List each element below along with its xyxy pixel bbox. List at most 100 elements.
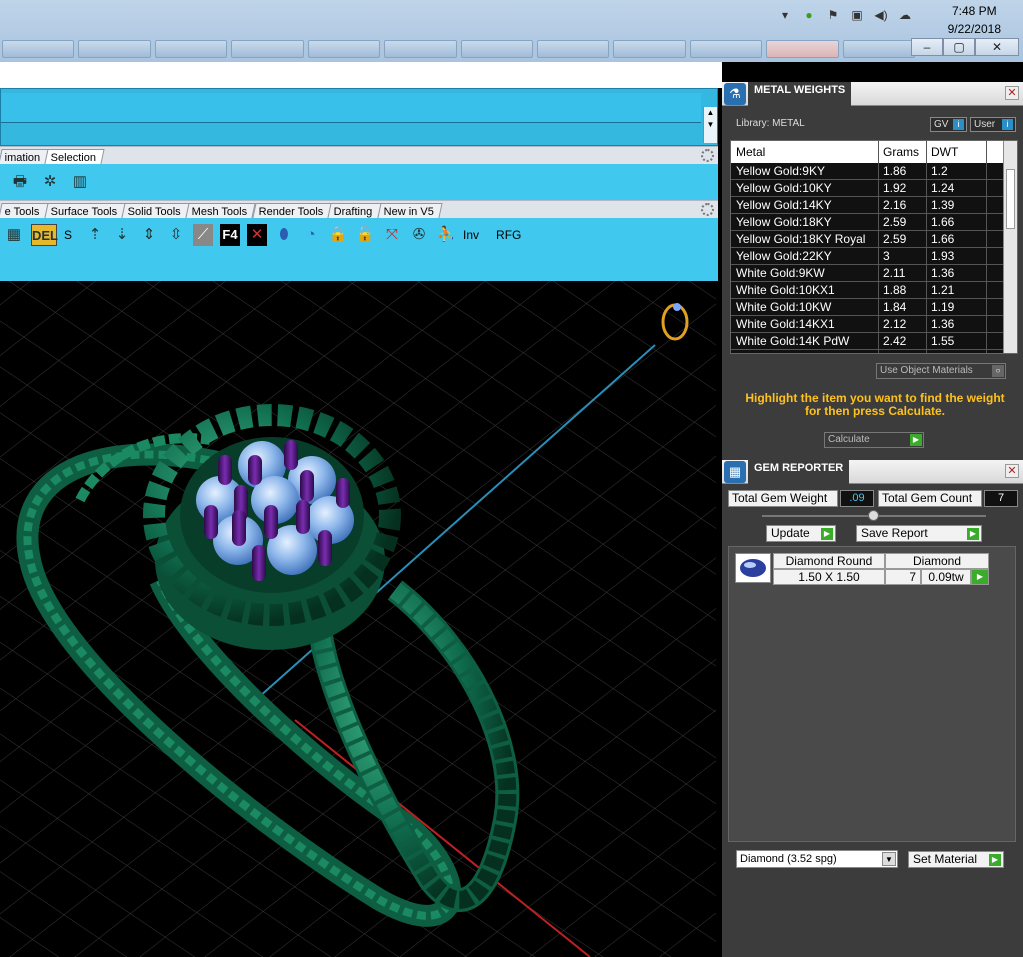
- command-scrollbar[interactable]: ▲ ▼: [703, 107, 717, 143]
- viewport-scene[interactable]: [0, 281, 716, 957]
- metal-row[interactable]: Yellow Gold:10KY 1.92 1.24: [731, 180, 1017, 197]
- delete-button[interactable]: DEL: [31, 224, 58, 246]
- arrow-split-icon[interactable]: ⇳: [166, 224, 186, 246]
- info-icon[interactable]: i: [1002, 119, 1013, 130]
- minimize-button[interactable]: –: [911, 38, 943, 56]
- chevron-up-icon[interactable]: ▾: [777, 8, 793, 22]
- save-report-button[interactable]: Save Report ▶: [856, 525, 982, 542]
- gem-size: 1.50 X 1.50: [773, 569, 885, 585]
- grid-icon[interactable]: ▦: [4, 224, 24, 246]
- col-grams[interactable]: Grams: [879, 141, 927, 163]
- metal-table[interactable]: Metal Grams DWT Yellow Gold:9KY 1.86 1.2 Ye…: [730, 140, 1018, 354]
- cylinder-icon[interactable]: ⬮: [274, 224, 294, 246]
- update-button[interactable]: Update ▶: [766, 525, 836, 542]
- info-icon[interactable]: i: [953, 119, 964, 130]
- upload-cloud-icon[interactable]: ☁: [897, 8, 913, 22]
- axis-icon[interactable]: ⤧: [382, 224, 402, 246]
- maximize-button[interactable]: ▢: [943, 38, 975, 56]
- tab-render-tools[interactable]: Render Tools: [251, 203, 332, 218]
- metal-row[interactable]: White Gold:14K PdW 2.42 1.55: [731, 333, 1017, 350]
- tab-surface-tools[interactable]: Surface Tools: [44, 203, 126, 218]
- gear-icon[interactable]: [701, 149, 714, 162]
- metal-table-header: Metal Grams DWT: [731, 141, 1017, 163]
- metal-row[interactable]: Yellow Gold:14KY 2.16 1.39: [731, 197, 1017, 214]
- taskbar-button[interactable]: [307, 40, 381, 58]
- render-icon[interactable]: ✲: [40, 171, 60, 193]
- close-icon[interactable]: ✕: [1005, 86, 1019, 100]
- metal-table-scrollbar[interactable]: [1003, 141, 1017, 353]
- material-select[interactable]: Diamond (3.52 spg) ▼: [736, 850, 898, 868]
- metal-row[interactable]: Yellow Gold:18KY Royal 2.59 1.66: [731, 231, 1017, 248]
- metal-grams: 3: [879, 248, 927, 264]
- tab-new-in-v5[interactable]: New in V5: [377, 203, 443, 218]
- diamond-round-icon[interactable]: [735, 553, 771, 583]
- taskbar-button[interactable]: [231, 40, 304, 58]
- metal-dwt: 1.36: [927, 316, 987, 332]
- metal-row[interactable]: Yellow Gold:18KY 2.59 1.66: [731, 214, 1017, 231]
- metal-row[interactable]: White Gold:9KW 2.11 1.36: [731, 265, 1017, 282]
- taskbar-button[interactable]: [460, 40, 533, 58]
- tab-animation[interactable]: imation: [0, 149, 50, 164]
- f4-icon[interactable]: F4: [220, 224, 241, 246]
- col-metal[interactable]: Metal: [731, 141, 879, 163]
- flag-icon[interactable]: ⚑: [825, 8, 841, 22]
- arrow-updown-icon[interactable]: ⇕: [139, 224, 159, 246]
- person-icon[interactable]: ⛹: [436, 224, 456, 246]
- scroll-thumb[interactable]: [1006, 169, 1015, 229]
- display-icon[interactable]: ▣: [849, 8, 865, 22]
- volume-icon[interactable]: ◀): [873, 8, 889, 22]
- gv-filter[interactable]: GV i: [930, 117, 967, 132]
- network-icon[interactable]: ●: [801, 8, 817, 22]
- play-icon[interactable]: ▶: [971, 569, 989, 585]
- metal-row[interactable]: Yellow Gold:22KY 3 1.93: [731, 248, 1017, 265]
- tab-mesh-tools[interactable]: Mesh Tools: [185, 203, 257, 218]
- taskbar-button[interactable]: [154, 40, 228, 58]
- user-filter[interactable]: User i: [970, 117, 1016, 132]
- taskbar-button[interactable]: [689, 40, 763, 58]
- tab-solid-tools[interactable]: Solid Tools: [121, 203, 190, 218]
- metal-name: White Gold:9KW: [731, 265, 879, 281]
- metal-row[interactable]: Yellow Gold:9KY 1.86 1.2: [731, 163, 1017, 180]
- torus-icon[interactable]: ◔: [301, 224, 321, 246]
- size-slider-thumb[interactable]: [868, 510, 879, 521]
- col-dwt[interactable]: DWT: [927, 141, 987, 163]
- use-object-materials-toggle[interactable]: Use Object Materials ○: [876, 363, 1006, 379]
- tab-drafting[interactable]: Drafting: [327, 203, 382, 218]
- print-icon[interactable]: 🖶: [10, 171, 30, 193]
- chart-icon[interactable]: ▥: [70, 171, 90, 193]
- metal-row[interactable]: White Gold:14KX1 2.12 1.36: [731, 316, 1017, 333]
- metal-hint: Highlight the item you want to find the …: [745, 391, 1005, 418]
- tab-curve-tools[interactable]: e Tools: [0, 203, 49, 218]
- cross-icon[interactable]: ✕: [247, 224, 268, 246]
- inv-button[interactable]: Inv: [463, 228, 483, 242]
- taskbar-button-active[interactable]: [766, 40, 839, 58]
- taskbar-button[interactable]: [2, 40, 75, 58]
- s-button[interactable]: S: [64, 228, 78, 242]
- clock[interactable]: 7:48 PM 9/22/2018: [948, 2, 1001, 38]
- set-material-button[interactable]: Set Material ▶: [908, 851, 1004, 868]
- slash-icon[interactable]: ⟋: [193, 224, 214, 246]
- 3d-viewport[interactable]: [0, 281, 716, 957]
- close-button[interactable]: ✕: [975, 38, 1019, 56]
- taskbar-button[interactable]: [842, 40, 916, 58]
- arrow-up-icon[interactable]: ⇡: [85, 224, 105, 246]
- taskbar-button[interactable]: [536, 40, 610, 58]
- metal-row[interactable]: White Gold:14KW1.981.24: [731, 350, 1017, 353]
- taskbar-button[interactable]: [78, 40, 151, 58]
- unlock-icon[interactable]: 🔓: [355, 224, 375, 246]
- taskbar-button[interactable]: [384, 40, 457, 58]
- gear-icon[interactable]: [701, 203, 714, 216]
- calculate-button[interactable]: Calculate ▶: [824, 432, 924, 448]
- rfg-button[interactable]: RFG: [490, 228, 527, 242]
- command-input[interactable]: [1, 93, 701, 123]
- tab-selection[interactable]: Selection: [44, 149, 106, 164]
- taskbar-button[interactable]: [613, 40, 686, 58]
- arrow-down-icon[interactable]: ⇣: [112, 224, 132, 246]
- toolbar-row1: 🖶 ✲ ▥: [0, 164, 718, 200]
- close-icon[interactable]: ✕: [1005, 464, 1019, 478]
- metal-grams: 1.84: [879, 299, 927, 315]
- gem-tool-icon[interactable]: ✇: [409, 224, 429, 246]
- metal-row[interactable]: White Gold:10KX1 1.88 1.21: [731, 282, 1017, 299]
- metal-row[interactable]: White Gold:10KW 1.84 1.19: [731, 299, 1017, 316]
- lock-icon[interactable]: 🔒: [328, 224, 348, 246]
